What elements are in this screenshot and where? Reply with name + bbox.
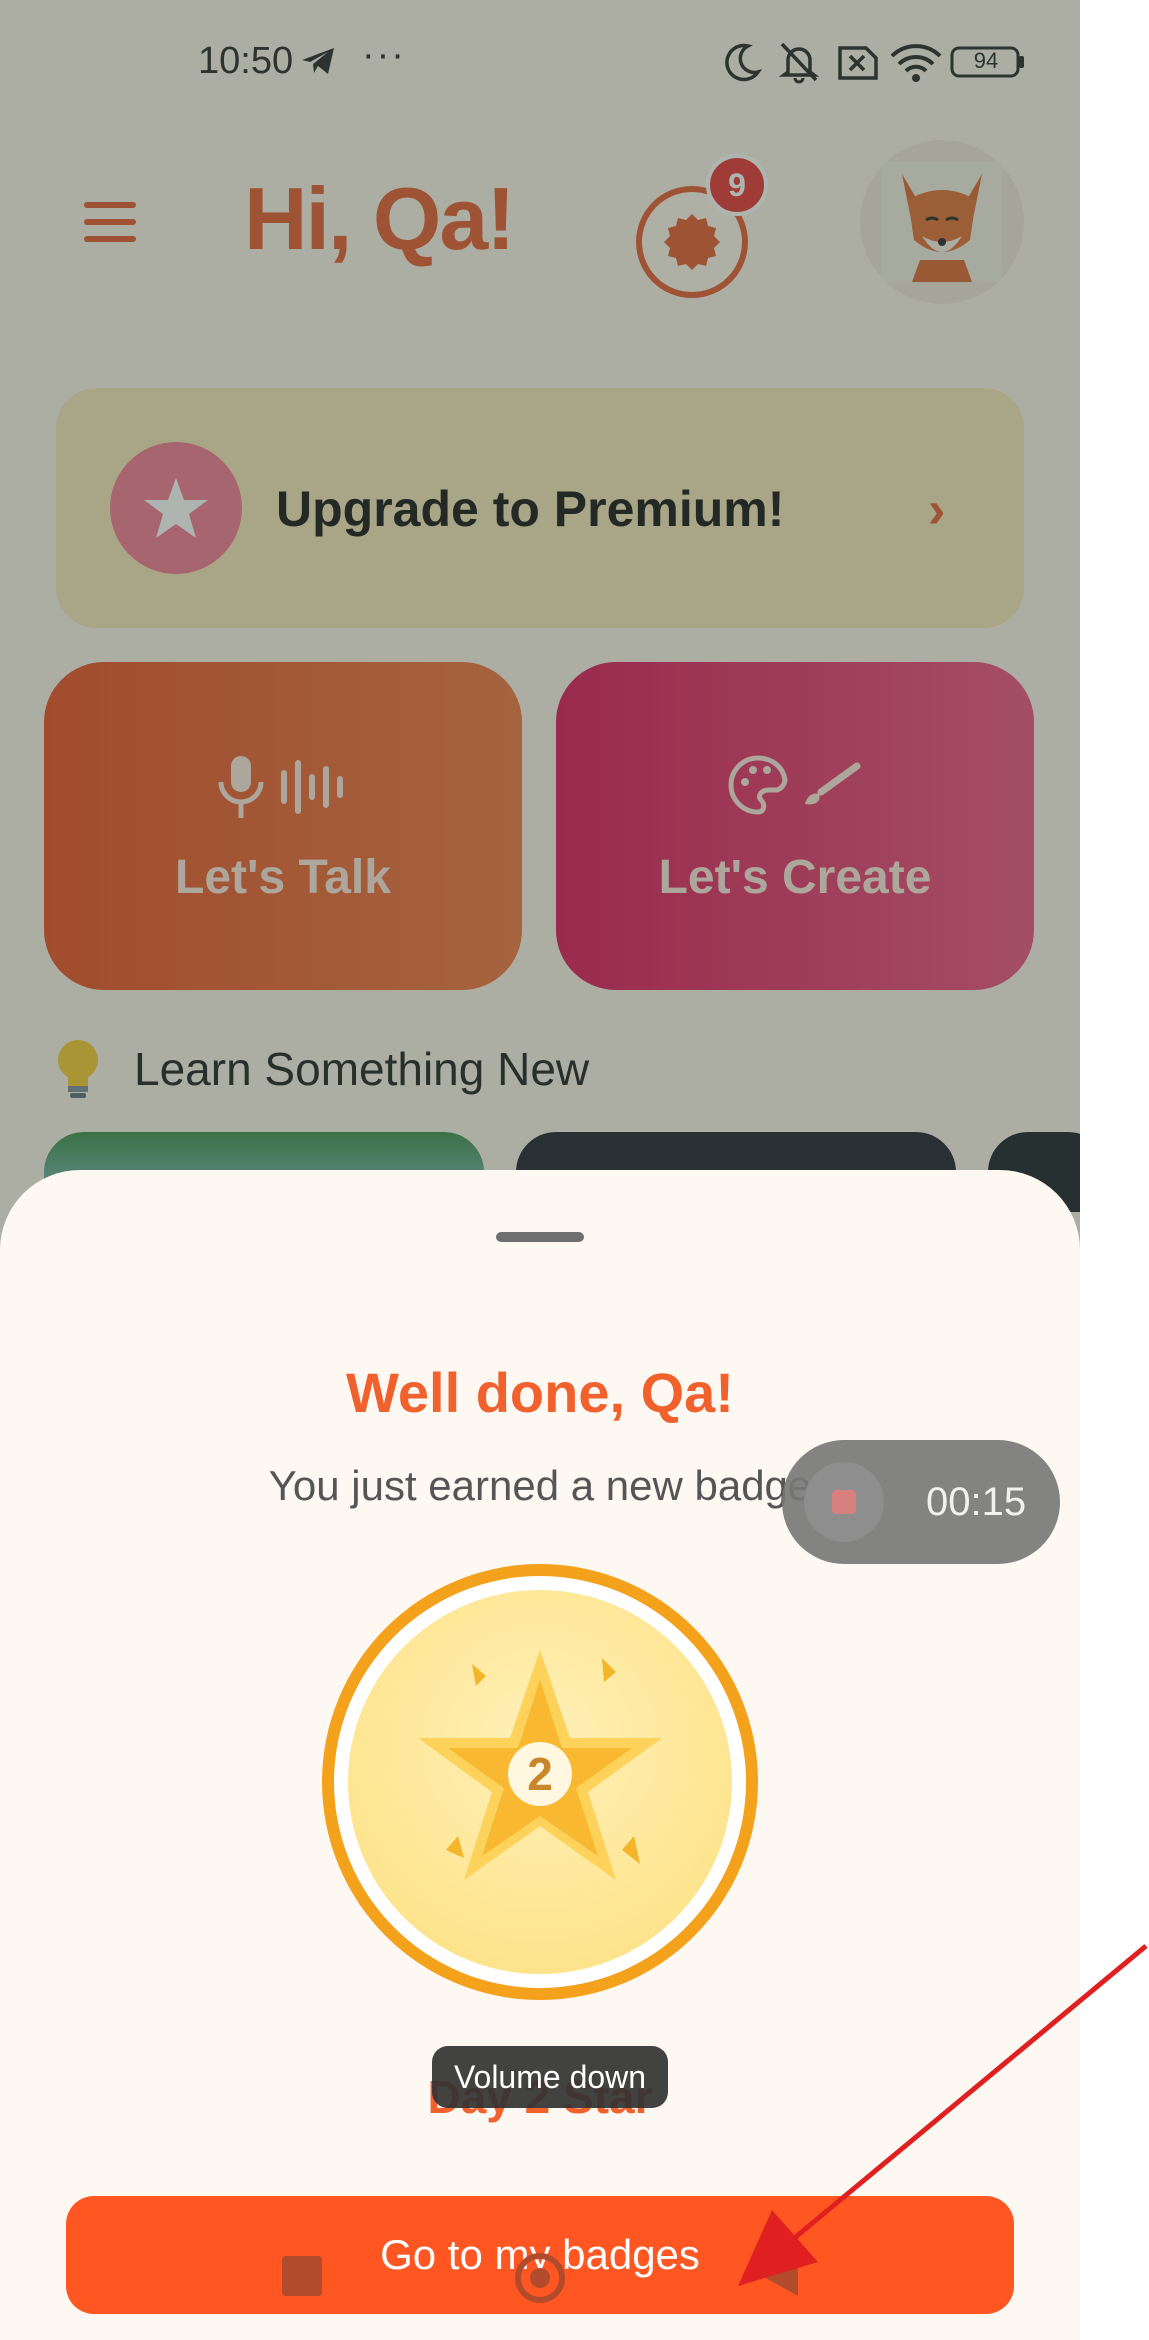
annotation-arrow <box>738 1944 1148 2286</box>
stop-record-button[interactable] <box>804 1462 884 1542</box>
badge-number: 2 <box>527 1748 553 1800</box>
recording-timer: 00:15 <box>926 1480 1027 1524</box>
volume-toast: Volume down <box>432 2046 668 2108</box>
recents-icon[interactable] <box>282 2256 322 2296</box>
badge-medal: 2 <box>322 1564 758 2000</box>
home-icon[interactable] <box>512 2250 568 2306</box>
stop-icon <box>832 1490 856 1514</box>
drag-handle[interactable] <box>496 1232 584 1242</box>
sheet-title: Well done, Qa! <box>346 1361 734 1424</box>
screen-recorder-pill[interactable]: 00:15 <box>782 1440 1060 1564</box>
